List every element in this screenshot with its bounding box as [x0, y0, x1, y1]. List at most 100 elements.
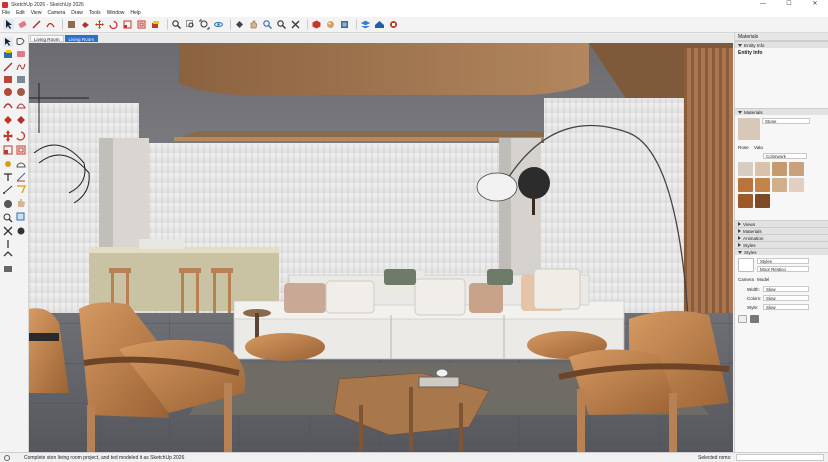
- measurements-input[interactable]: [736, 454, 824, 461]
- style-field[interactable]: Slow: [763, 304, 809, 310]
- section-animation[interactable]: Animation: [735, 234, 828, 241]
- colors-label: Colors:: [747, 296, 762, 301]
- entity-info-section-header[interactable]: Entity Info: [735, 41, 828, 48]
- tab-vala[interactable]: Vala: [754, 145, 763, 150]
- menu-help[interactable]: Help: [130, 10, 140, 16]
- walk-icon: [3, 251, 13, 257]
- scene-tab-2[interactable]: Living Room: [64, 35, 99, 42]
- components-icon[interactable]: [311, 19, 322, 30]
- material-swatch[interactable]: [738, 178, 753, 192]
- style-thumbnail[interactable]: [738, 258, 754, 272]
- tray-title: Materials: [738, 33, 759, 40]
- line-tool-icon[interactable]: [31, 19, 42, 30]
- maximize-button[interactable]: ☐: [776, 0, 802, 9]
- orbit-icon[interactable]: [213, 19, 224, 30]
- section-materials[interactable]: Materials: [735, 227, 828, 234]
- style-description-field[interactable]: Moor Restico: [757, 266, 809, 272]
- width-field[interactable]: Slow: [763, 286, 809, 292]
- status-bar: Complete ston living room project, and t…: [0, 452, 828, 462]
- style-label: Style:: [747, 305, 759, 310]
- face-color-swatch[interactable]: [750, 315, 759, 323]
- camera-label: Camera: [738, 277, 755, 282]
- orbit-icon: [4, 200, 12, 208]
- collapse-arrow-icon: [738, 110, 742, 114]
- move-tool-icon[interactable]: [94, 19, 105, 30]
- zoom-icon[interactable]: [171, 19, 182, 30]
- section-styles-collapsed[interactable]: Styles: [735, 241, 828, 248]
- material-swatch[interactable]: [772, 162, 787, 176]
- expand-arrow-icon: [738, 222, 741, 226]
- materials-section-header[interactable]: Materials: [735, 108, 828, 115]
- material-swatch[interactable]: [755, 162, 770, 176]
- current-material-preview[interactable]: [738, 118, 760, 140]
- colors-field[interactable]: Slow: [763, 295, 809, 301]
- style-name-field[interactable]: Styles: [757, 258, 809, 264]
- zoom-window-icon[interactable]: [185, 19, 196, 30]
- camera-value[interactable]: Model: [757, 277, 769, 282]
- walk-icon[interactable]: [276, 19, 287, 30]
- styles-icon[interactable]: [339, 19, 350, 30]
- section-plane-icon[interactable]: [290, 19, 301, 30]
- arc-tool-icon[interactable]: [45, 19, 56, 30]
- styles-section-header[interactable]: Styles: [735, 248, 828, 255]
- menu-tools[interactable]: Tools: [89, 10, 101, 16]
- info-icon[interactable]: [4, 454, 10, 461]
- extension-icon[interactable]: [388, 19, 399, 30]
- model-viewport[interactable]: [29, 43, 733, 452]
- layers-icon[interactable]: [360, 19, 371, 30]
- material-swatch[interactable]: [789, 178, 804, 192]
- previous-icon: [17, 227, 25, 235]
- left-tool-icons[interactable]: [0, 34, 29, 334]
- left-toolbar: [0, 34, 29, 452]
- push-pull-icon[interactable]: [80, 19, 91, 30]
- material-name-field[interactable]: Stone: [762, 118, 810, 124]
- close-button[interactable]: ✕: [802, 0, 828, 9]
- material-swatch[interactable]: [772, 178, 787, 192]
- offset-tool-icon[interactable]: [136, 19, 147, 30]
- look-around-icon[interactable]: [262, 19, 273, 30]
- menu-file[interactable]: File: [2, 10, 10, 16]
- menu-window[interactable]: Window: [107, 10, 125, 16]
- scene-tab-1[interactable]: Living Room: [30, 35, 64, 42]
- material-swatch[interactable]: [738, 162, 753, 176]
- minimize-button[interactable]: —: [750, 0, 776, 9]
- select-icon: [3, 37, 13, 47]
- scene-tabs: Living Room Living Room: [29, 34, 733, 43]
- paint-bucket-icon[interactable]: [150, 19, 161, 30]
- pie-icon: [16, 103, 26, 109]
- line-icon: [3, 62, 13, 72]
- materials-icon[interactable]: [325, 19, 336, 30]
- main-toolbar: [0, 17, 828, 33]
- lasso-icon: [16, 37, 25, 46]
- menu-edit[interactable]: Edit: [16, 10, 25, 16]
- dimension-icon: [3, 185, 13, 194]
- tape-measure-icon[interactable]: [234, 19, 245, 30]
- menu-camera[interactable]: Camera: [47, 10, 65, 16]
- material-swatch[interactable]: [755, 178, 770, 192]
- rotate-tool-icon[interactable]: [108, 19, 119, 30]
- expand-arrow-icon: [738, 229, 741, 233]
- section-views[interactable]: Views: [735, 220, 828, 227]
- edge-color-swatch[interactable]: [738, 315, 747, 323]
- rectangle-tool-icon[interactable]: [66, 19, 77, 30]
- sketchup-logo-icon: [2, 1, 8, 8]
- window-title: SketchUp 2026 - SketchUp 2026: [11, 1, 84, 8]
- pan-icon[interactable]: [248, 19, 259, 30]
- material-category-select[interactable]: Colorwork: [763, 153, 807, 159]
- eraser-icon[interactable]: [17, 19, 28, 30]
- material-swatch[interactable]: [755, 194, 770, 208]
- circle-icon: [4, 88, 12, 96]
- material-swatch[interactable]: [738, 194, 753, 208]
- rotate-icon: [16, 131, 26, 141]
- scale-tool-icon[interactable]: [122, 19, 133, 30]
- warehouse-icon[interactable]: [374, 19, 385, 30]
- zoom-extents-icon: [3, 226, 13, 236]
- select-tool-icon[interactable]: [3, 19, 14, 30]
- push-pull-icon: [4, 116, 12, 124]
- material-swatch[interactable]: [789, 162, 804, 176]
- zoom-extents-icon[interactable]: [199, 19, 210, 30]
- entity-info-body: Entity Info: [735, 48, 828, 108]
- tab-rose[interactable]: Rose: [738, 145, 749, 150]
- menu-draw[interactable]: Draw: [71, 10, 83, 16]
- menu-view[interactable]: View: [31, 10, 42, 16]
